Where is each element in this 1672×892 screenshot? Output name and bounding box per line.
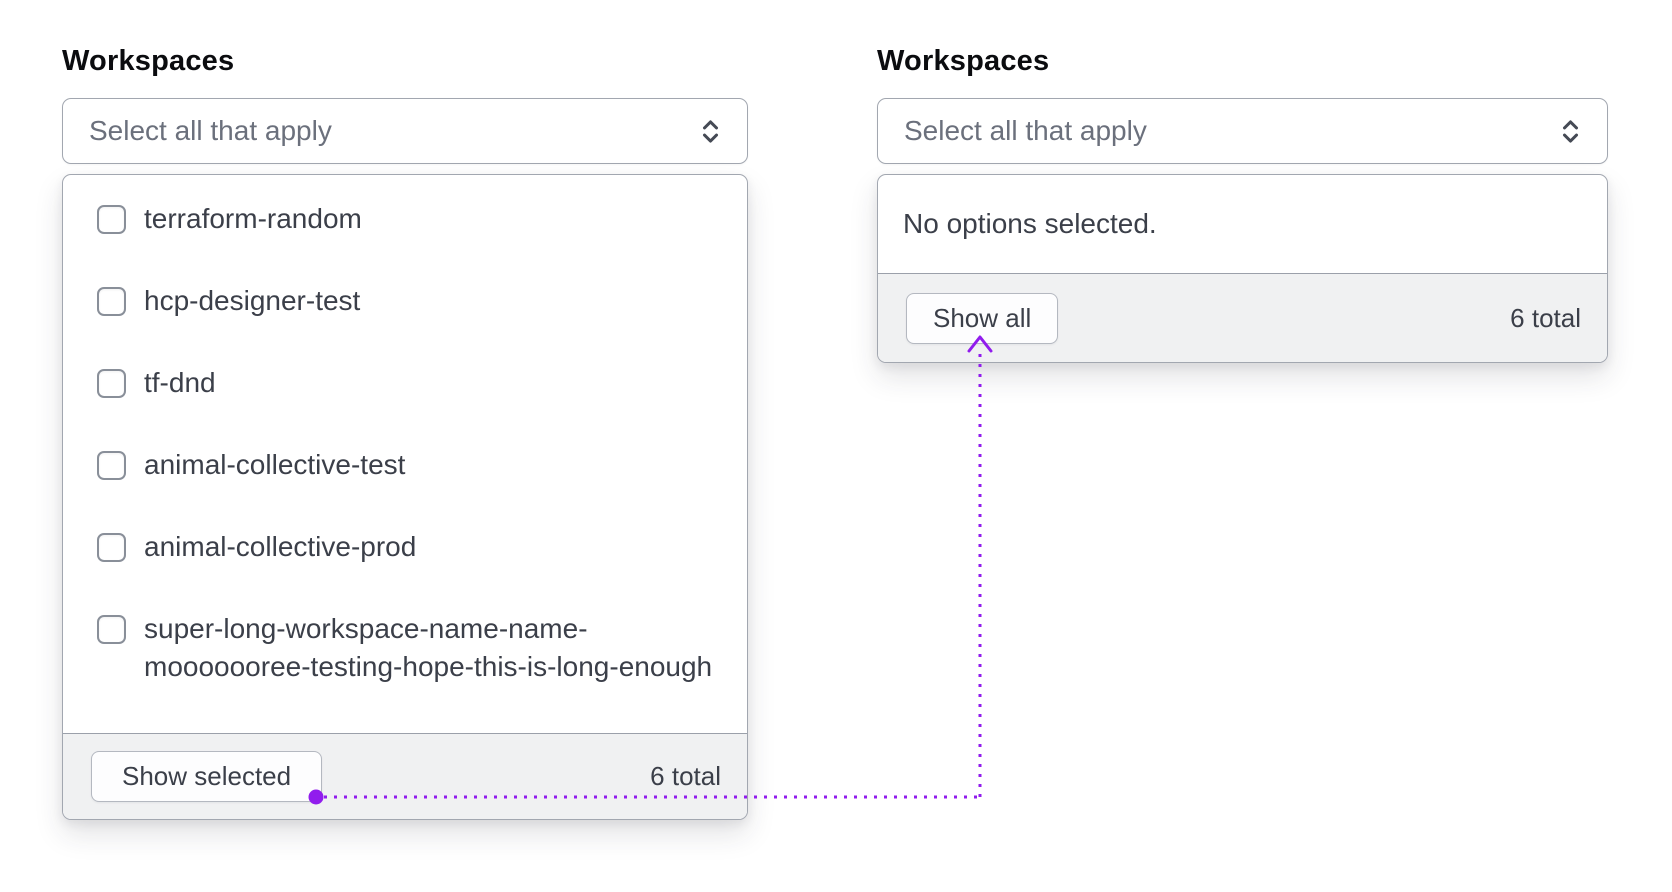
chevrons-up-down-icon [703,119,718,143]
show-all-button[interactable]: Show all [906,292,1059,344]
dropdown-footer: Show selected 6 total [63,733,747,819]
option-checkbox[interactable] [97,533,126,562]
option-label: animal-collective-test [144,449,406,480]
field-label: Workspaces [62,45,235,77]
option-row[interactable]: super-long-workspace-name-name-moooooore… [97,610,723,686]
workspaces-multiselect-empty: Workspaces Select all that apply No opti… [877,46,1608,363]
select-placeholder: Select all that apply [89,115,332,146]
option-label: tf-dnd [144,367,216,398]
total-count: 6 total [650,761,721,791]
option-row[interactable]: hcp-designer-test [97,282,723,320]
show-selected-button[interactable]: Show selected [91,751,323,802]
option-row[interactable]: animal-collective-test [97,446,723,484]
empty-state-message: No options selected. [903,208,1157,239]
option-label: super-long-workspace-name-name-moooooore… [144,613,713,682]
select-trigger[interactable]: Select all that apply [62,98,748,164]
option-label: animal-collective-prod [144,531,417,562]
option-row[interactable]: tf-dnd [97,364,723,402]
option-checkbox[interactable] [97,287,126,316]
option-checkbox[interactable] [97,369,126,398]
field-label: Workspaces [877,45,1050,77]
option-row[interactable]: terraform-random [97,200,723,238]
option-checkbox[interactable] [97,451,126,480]
options-dropdown-panel: terraform-random hcp-designer-test tf-dn… [62,174,748,820]
workspaces-multiselect-expanded: Workspaces Select all that apply terrafo… [62,46,748,820]
option-row[interactable]: animal-collective-prod [97,528,723,566]
chevrons-up-down-icon [1563,119,1578,143]
options-listbox: terraform-random hcp-designer-test tf-dn… [63,175,747,733]
select-placeholder: Select all that apply [904,115,1147,146]
option-checkbox[interactable] [97,615,126,644]
summary-footer: Show all 6 total [878,273,1607,362]
select-trigger[interactable]: Select all that apply [877,98,1608,164]
option-label: hcp-designer-test [144,285,361,316]
selection-summary-panel: No options selected. Show all 6 total [877,174,1608,363]
option-checkbox[interactable] [97,205,126,234]
option-label: terraform-random [144,203,362,234]
total-count: 6 total [1510,302,1581,333]
